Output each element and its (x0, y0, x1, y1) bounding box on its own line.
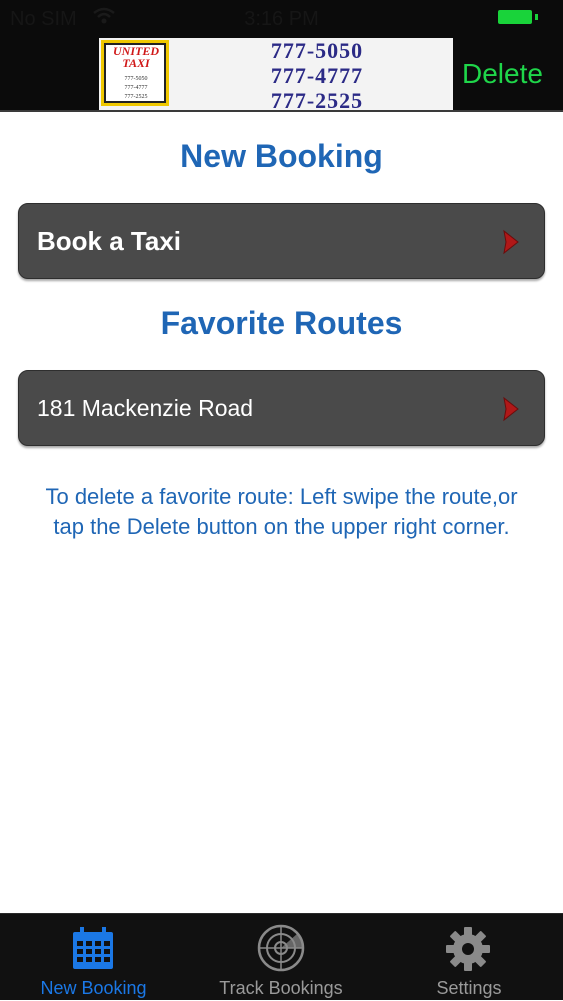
logo-number: 777-2525 (124, 94, 148, 100)
battery-icon (498, 10, 532, 24)
status-time: 3:16 PM (244, 8, 319, 30)
ad-phone-list: 777-5050 777-4777 777-2525 (187, 38, 447, 110)
book-taxi-label: Book a Taxi (37, 226, 182, 256)
delete-hint-text: To delete a favorite route: Left swipe t… (45, 484, 518, 539)
top-bar: No SIM 3:16 PM UNITED TAXI 777-5050 777-… (0, 0, 563, 112)
united-taxi-logo: UNITED TAXI 777-5050 777-4777 777-2525 (101, 40, 169, 106)
tab-track-bookings[interactable]: Track Bookings (187, 914, 375, 1001)
gear-icon (446, 927, 490, 971)
logo-number: 777-4777 (124, 85, 148, 91)
logo-number: 777-5050 (124, 76, 148, 82)
tab-label: New Booking (40, 978, 147, 998)
ad-phone: 777-4777 (270, 63, 364, 88)
chevron-right-icon (503, 396, 519, 422)
tab-label: Track Bookings (219, 978, 343, 998)
book-taxi-button[interactable]: Book a Taxi (18, 203, 545, 279)
logo-line2: TAXI (122, 56, 150, 70)
new-booking-title: New Booking (180, 138, 383, 174)
tab-settings[interactable]: Settings (375, 914, 563, 1001)
favorite-route-row[interactable]: 181 Mackenzie Road (18, 370, 545, 446)
ad-banner[interactable]: UNITED TAXI 777-5050 777-4777 777-2525 7… (99, 38, 453, 110)
ad-phone: 777-2525 (270, 88, 364, 110)
logo-title: UNITED TAXI (108, 45, 164, 69)
ad-phone: 777-5050 (270, 38, 364, 63)
radar-icon (257, 924, 305, 972)
status-bar: No SIM 3:16 PM (0, 0, 563, 36)
delete-button[interactable]: Delete (462, 58, 543, 90)
chevron-right-icon (503, 229, 519, 255)
favorite-routes-title: Favorite Routes (160, 305, 403, 341)
logo-numbers: 777-5050 777-4777 777-2525 (108, 75, 164, 102)
battery-tip (535, 14, 538, 20)
calendar-icon (73, 927, 113, 969)
tab-label: Settings (436, 978, 502, 998)
tab-new-booking[interactable]: New Booking (0, 914, 187, 1001)
tab-bar: New Booking Track Bookings Settings (0, 913, 563, 1000)
favorite-route-label: 181 Mackenzie Road (37, 395, 254, 421)
